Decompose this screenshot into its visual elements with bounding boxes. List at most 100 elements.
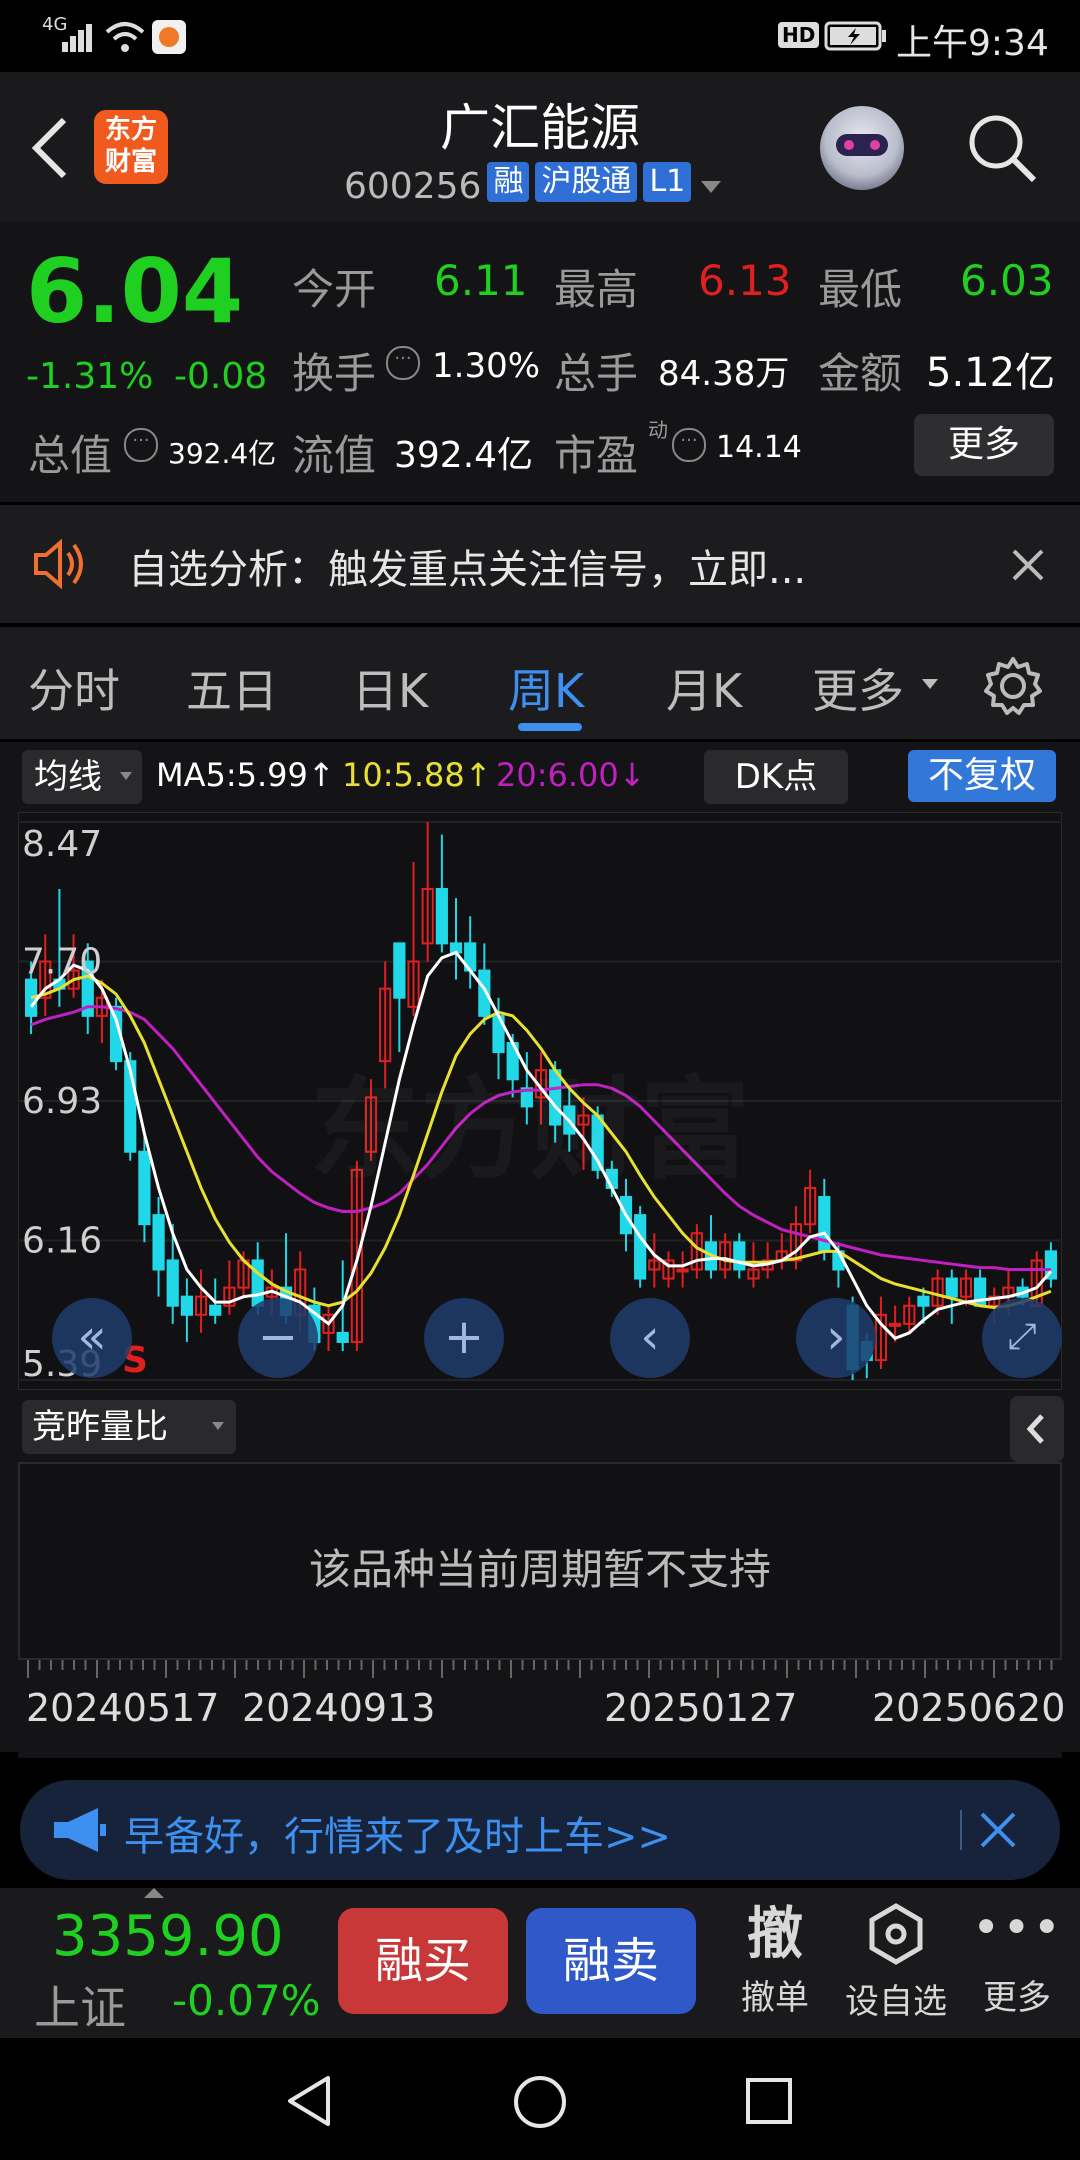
stock-code-row[interactable]: 600256 融沪股通 L1 bbox=[344, 162, 722, 207]
tab-monthly-k[interactable]: 月K bbox=[666, 655, 742, 721]
turnover-info-icon[interactable]: ··· bbox=[386, 346, 420, 380]
app-logo-text: 东方财富 bbox=[104, 115, 157, 177]
amount-value: 5.12亿 bbox=[926, 350, 1056, 396]
more-menu-button[interactable]: ••• 更多 bbox=[972, 1900, 1062, 2019]
candle-body bbox=[889, 1322, 902, 1327]
stock-name: 广汇能源 bbox=[440, 99, 640, 157]
candle-body bbox=[393, 942, 406, 999]
low-value: 6.03 bbox=[960, 256, 1054, 305]
more-menu-label: 更多 bbox=[983, 1978, 1051, 2018]
candle-body bbox=[209, 1304, 222, 1316]
market-cap-value: 392.4亿 bbox=[168, 437, 277, 470]
change-value: -0.08 bbox=[174, 356, 268, 397]
wifi-icon bbox=[105, 22, 145, 52]
candle-body bbox=[676, 1268, 689, 1273]
candle-body bbox=[818, 1196, 831, 1253]
cancel-order-button[interactable]: 撤 撤单 bbox=[730, 1900, 820, 2019]
move-left-button[interactable]: ‹ bbox=[610, 1298, 690, 1378]
analysis-notice[interactable]: 自选分析：触发重点关注信号，立即... bbox=[0, 505, 1080, 623]
notice-text: 自选分析：触发重点关注信号，立即... bbox=[128, 547, 807, 593]
move-right-button[interactable]: › bbox=[796, 1298, 876, 1378]
nav-recents-icon[interactable] bbox=[744, 2076, 794, 2126]
battery-icon bbox=[824, 21, 886, 51]
assistant-robot-icon[interactable] bbox=[820, 106, 904, 190]
zoom-out-button[interactable]: − bbox=[238, 1298, 318, 1378]
speaker-icon bbox=[34, 538, 83, 590]
tab-intraday[interactable]: 分时 bbox=[28, 655, 120, 721]
search-icon[interactable] bbox=[964, 110, 1040, 186]
float-cap-label: 流值 bbox=[292, 431, 377, 480]
chevron-left-icon bbox=[1026, 1414, 1044, 1444]
nav-back-icon[interactable] bbox=[282, 2074, 336, 2128]
volume-ratio-selector[interactable]: 竞昨量比 bbox=[22, 1400, 236, 1454]
app-logo[interactable]: 东方财富 bbox=[94, 110, 168, 184]
low-label: 最低 bbox=[818, 265, 903, 314]
candle-body bbox=[634, 1214, 647, 1280]
settings-gear-icon[interactable] bbox=[982, 655, 1044, 717]
candle-body bbox=[166, 1259, 179, 1307]
dk-point-button[interactable]: DK点 bbox=[704, 750, 848, 804]
index-name: 上证 bbox=[34, 1981, 126, 2035]
promo-banner[interactable]: 早备好，行情来了及时上车>> bbox=[20, 1780, 1060, 1880]
tab-daily-k[interactable]: 日K bbox=[352, 655, 428, 721]
candle-body bbox=[917, 1295, 930, 1307]
fullscreen-button[interactable]: ⤢ bbox=[982, 1298, 1062, 1378]
margin-sell-button[interactable]: 融卖 bbox=[526, 1908, 696, 2014]
add-watchlist-button[interactable]: 设自选 bbox=[836, 1900, 956, 2023]
market-cap-info-icon[interactable]: ··· bbox=[124, 428, 158, 462]
candle-body bbox=[251, 1259, 264, 1307]
volume-ratio-label: 竞昨量比 bbox=[32, 1407, 168, 1447]
turnover-value: 1.30% bbox=[432, 346, 541, 386]
open-value: 6.11 bbox=[434, 256, 528, 305]
pe-superscript: 动 bbox=[648, 418, 668, 442]
tab-more[interactable]: 更多 bbox=[812, 655, 904, 721]
banner-divider bbox=[960, 1810, 962, 1850]
ma-selector[interactable]: 均线 bbox=[22, 750, 142, 804]
stock-code: 600256 bbox=[344, 166, 482, 207]
ma10-value: 10:5.88↑ bbox=[342, 756, 492, 794]
back-icon[interactable] bbox=[28, 116, 72, 180]
system-nav-bar bbox=[0, 2040, 1080, 2160]
more-dots-icon: ••• bbox=[972, 1900, 1063, 1956]
close-notice-icon[interactable] bbox=[1010, 547, 1046, 583]
period-tabs: 分时 五日 日K 周K 月K 更多 bbox=[0, 627, 1080, 739]
scroll-start-button[interactable]: « bbox=[52, 1298, 132, 1378]
open-label: 今开 bbox=[292, 265, 377, 314]
more-button[interactable]: 更多 bbox=[914, 414, 1054, 476]
index-change: -0.07% bbox=[172, 1976, 321, 2025]
clock: 上午9:34 bbox=[896, 23, 1049, 64]
y-tick-label: 8.47 bbox=[22, 824, 102, 865]
index-value[interactable]: 3359.90 bbox=[52, 1904, 284, 1969]
margin-buy-button[interactable]: 融买 bbox=[338, 1908, 508, 2014]
pe-label: 市盈 bbox=[554, 431, 639, 480]
no-adjust-button[interactable]: 不复权 bbox=[908, 750, 1056, 802]
last-price: 6.04 bbox=[26, 240, 244, 343]
pe-info-icon[interactable]: ··· bbox=[672, 428, 706, 462]
cancel-order-icon: 撤 bbox=[747, 1902, 803, 1967]
x-tick-label-2: 20240913 bbox=[242, 1686, 436, 1730]
high-label: 最高 bbox=[554, 265, 639, 314]
ma-selector-label: 均线 bbox=[34, 757, 102, 797]
collapse-panel-button[interactable] bbox=[1010, 1396, 1064, 1462]
float-cap-value: 392.4亿 bbox=[394, 435, 534, 476]
index-up-caret-icon bbox=[144, 1888, 164, 1898]
ma-indicator-bar: 均线 MA5:5.99↑ 10:5.88↑ 20:6.00↓ DK点 不复权 bbox=[0, 742, 1080, 808]
candle-body bbox=[435, 888, 448, 945]
nav-home-icon[interactable] bbox=[512, 2074, 568, 2130]
volume-label: 总手 bbox=[554, 349, 639, 398]
connect-tag: 沪股通 bbox=[535, 162, 638, 202]
volume-panel: 该品种当前周期暂不支持 bbox=[18, 1462, 1062, 1660]
ma5-value: MA5:5.99↑ bbox=[156, 756, 335, 794]
pe-value: 14.14 bbox=[716, 430, 802, 465]
tab-weekly-k[interactable]: 周K bbox=[508, 655, 584, 721]
unsupported-message: 该品种当前周期暂不支持 bbox=[308, 1545, 771, 1594]
tab-five-day[interactable]: 五日 bbox=[186, 655, 278, 721]
zoom-in-button[interactable]: + bbox=[424, 1298, 504, 1378]
active-tab-indicator bbox=[518, 723, 582, 731]
y-tick-label: 6.16 bbox=[22, 1221, 102, 1262]
x-tick-label-4: 20250620 bbox=[872, 1686, 1066, 1730]
x-tick-label-1: 20240517 bbox=[26, 1686, 220, 1730]
close-banner-icon[interactable] bbox=[978, 1810, 1018, 1850]
candle-body bbox=[336, 1331, 349, 1343]
market-cap-label: 总值 bbox=[28, 431, 113, 480]
